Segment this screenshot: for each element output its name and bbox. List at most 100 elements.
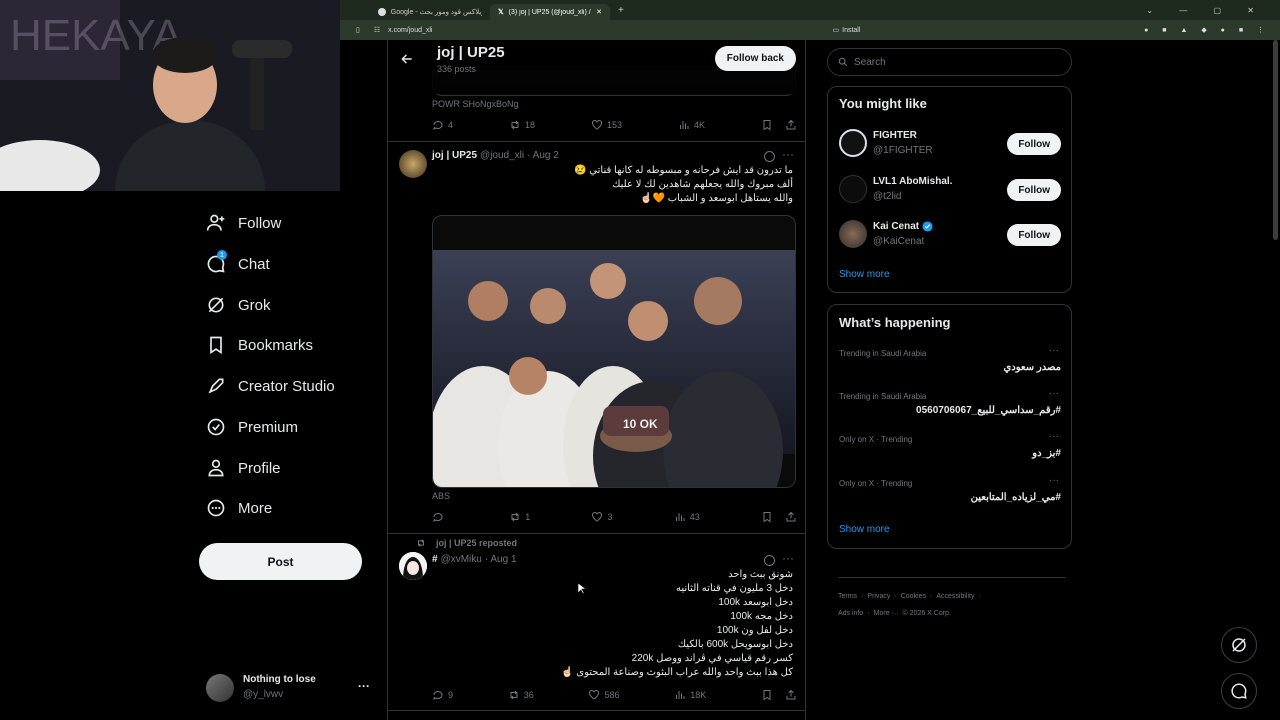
bookmark-icon[interactable] (761, 119, 773, 131)
nav-bookmarks[interactable]: Bookmarks (206, 335, 313, 355)
trend-item[interactable]: Trending in Saudi Arabia ··· مصدر سعودي (839, 345, 1061, 383)
show-more-link[interactable]: Show more (839, 524, 890, 535)
nav-profile[interactable]: Profile (206, 458, 281, 478)
footer-links-2: Ads info · More ··· © 2026 X Corp. (838, 610, 951, 617)
suggested-user[interactable]: Kai Cenat @KaiCenat Follow (839, 219, 1061, 251)
like-button[interactable]: 153 (591, 119, 622, 131)
like-button[interactable]: 586 (588, 689, 620, 701)
account-name: Nothing to lose (243, 674, 316, 685)
address-bar[interactable]: x.com/joud_xli (388, 27, 432, 34)
trend-menu-icon[interactable]: ··· (1049, 388, 1059, 399)
account-menu-icon[interactable]: ··· (358, 679, 370, 693)
footer-copyright: © 2026 X Corp. (902, 610, 951, 617)
suggested-user[interactable]: FIGHTER @1FIGHTER Follow (839, 128, 1061, 160)
author-name[interactable]: joj | UP25 (432, 150, 477, 161)
share-icon[interactable] (785, 119, 797, 131)
nav-follow[interactable]: Follow (206, 213, 281, 233)
bookmark-share-group (761, 689, 797, 701)
view-count: 18K (690, 690, 707, 700)
grok-fab[interactable] (1221, 627, 1257, 663)
anime-avatar-image (399, 552, 427, 580)
more-options-icon[interactable]: ··· (782, 147, 794, 161)
follow-back-button[interactable]: Follow back (714, 46, 796, 71)
views-button[interactable]: 4K (678, 119, 705, 131)
post-date[interactable]: · Aug 1 (485, 554, 517, 565)
page-scrollbar[interactable] (1273, 40, 1278, 240)
trend-topic: #مي_لزياده_المتابعين (970, 492, 1061, 503)
messages-fab[interactable] (1221, 673, 1257, 709)
user-handle: @1FIGHTER (873, 145, 933, 156)
browser-tab-x[interactable]: 𝕏 (3) joj | UP25 (@joud_xli) / X ✕ (490, 4, 610, 20)
trend-item[interactable]: Trending in Saudi Arabia ··· #رقم_سداسي_… (839, 388, 1061, 426)
footer-accessibility[interactable]: Accessibility (936, 593, 974, 600)
user-name: Kai Cenat (873, 221, 920, 232)
verified-badge-icon (922, 221, 933, 232)
trend-item[interactable]: Only on X · Trending ··· #بز_دو (839, 431, 1061, 469)
trend-menu-icon[interactable]: ··· (1049, 475, 1059, 486)
trend-item[interactable]: Only on X · Trending ··· #مي_لزياده_المت… (839, 475, 1061, 513)
nav-premium[interactable]: Premium (206, 417, 298, 437)
share-icon[interactable] (785, 511, 797, 523)
views-button[interactable]: 18K (674, 689, 706, 701)
footer-ads[interactable]: Ads info (838, 610, 863, 617)
footer-cookies[interactable]: Cookies (901, 593, 926, 600)
card-title: What’s happening (839, 315, 951, 330)
follow-button[interactable]: Follow (1007, 224, 1061, 246)
user-handle: @KaiCenat (873, 236, 925, 247)
close-tab-icon[interactable]: ✕ (596, 8, 602, 16)
nav-more[interactable]: More (206, 498, 272, 518)
nav-grok[interactable]: Grok (206, 295, 271, 315)
footer-links: Terms · Privacy · Cookies · Accessibility · (838, 593, 981, 600)
x-favicon-icon: 𝕏 (498, 9, 504, 16)
user-name-row: Kai Cenat (873, 221, 933, 232)
footer-divider (838, 577, 1066, 578)
author-handle[interactable]: @xvMiku (441, 554, 482, 565)
show-more-link[interactable]: Show more (839, 269, 890, 280)
bookmark-icon[interactable] (761, 511, 773, 523)
account-switcher[interactable]: Nothing to lose @y_lvwv ··· (206, 672, 376, 706)
repost-button[interactable]: 1 (509, 511, 530, 523)
repost-label[interactable]: joj | UP25 reposted (436, 538, 517, 548)
avatar (839, 220, 867, 248)
grok-icon[interactable] (764, 555, 775, 566)
post-date[interactable]: · Aug 2 (527, 150, 559, 161)
repost-icon (510, 690, 518, 700)
more-options-icon[interactable]: ··· (782, 551, 794, 565)
post-media[interactable]: 10 OK (432, 215, 796, 488)
footer-more[interactable]: More ··· (874, 610, 899, 617)
nav-label: Grok (238, 296, 271, 314)
avatar (206, 674, 234, 702)
footer-terms[interactable]: Terms (838, 593, 857, 600)
back-arrow-icon[interactable] (400, 52, 414, 66)
repost-button[interactable]: 36 (508, 689, 534, 701)
repost-button[interactable]: 18 (509, 119, 535, 131)
avatar[interactable] (399, 552, 427, 580)
reply-button[interactable]: 9 (432, 689, 453, 701)
install-button[interactable]: ▭ Install (833, 26, 861, 35)
trend-menu-icon[interactable]: ··· (1049, 345, 1059, 356)
author-handle[interactable]: @joud_xli (480, 150, 524, 161)
bookmark-star-icon[interactable]: ▯ (356, 26, 360, 34)
avatar[interactable] (399, 150, 427, 178)
trend-menu-icon[interactable]: ··· (1049, 431, 1059, 442)
bookmark-icon[interactable] (761, 689, 773, 701)
like-button[interactable]: 3 (591, 511, 613, 523)
author-name[interactable]: # (432, 554, 438, 565)
post-button[interactable]: Post (199, 543, 362, 580)
views-button[interactable]: 43 (674, 511, 700, 523)
nav-creator-studio[interactable]: Creator Studio (206, 376, 335, 396)
browser-tab-google[interactable]: Google - ريلاكس قود ومور بحث (370, 4, 490, 20)
follow-button[interactable]: Follow (1007, 133, 1061, 155)
reply-button[interactable] (432, 511, 448, 523)
new-tab-icon[interactable]: + (618, 5, 624, 16)
views-icon (679, 121, 689, 129)
footer-privacy[interactable]: Privacy (867, 593, 890, 600)
reply-button[interactable]: 4 (432, 119, 453, 131)
suggested-user[interactable]: LVL1 AboMishal. @t2lid Follow (839, 174, 1061, 206)
grok-icon[interactable] (764, 151, 775, 162)
share-icon[interactable] (785, 689, 797, 701)
nav-chat[interactable]: 1 Chat (206, 250, 270, 274)
search-input[interactable]: Search (827, 48, 1072, 76)
site-info-icon[interactable]: ☷ (374, 26, 380, 34)
follow-button[interactable]: Follow (1007, 179, 1061, 201)
